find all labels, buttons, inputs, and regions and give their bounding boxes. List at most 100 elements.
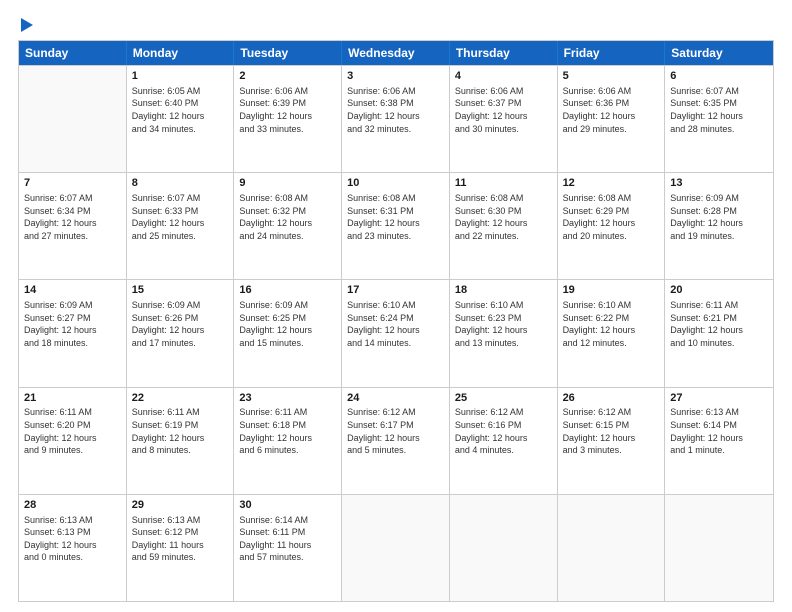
calendar-cell: 13Sunrise: 6:09 AMSunset: 6:28 PMDayligh… <box>665 173 773 279</box>
cell-info-text: Sunrise: 6:12 AMSunset: 6:17 PMDaylight:… <box>347 406 444 456</box>
cell-info-text: Sunrise: 6:07 AMSunset: 6:34 PMDaylight:… <box>24 192 121 242</box>
cell-day-number: 17 <box>347 283 444 298</box>
cell-info-text: Sunrise: 6:12 AMSunset: 6:15 PMDaylight:… <box>563 406 660 456</box>
cell-day-number: 14 <box>24 283 121 298</box>
cell-info-text: Sunrise: 6:14 AMSunset: 6:11 PMDaylight:… <box>239 514 336 564</box>
calendar-cell: 30Sunrise: 6:14 AMSunset: 6:11 PMDayligh… <box>234 495 342 601</box>
calendar-cell: 28Sunrise: 6:13 AMSunset: 6:13 PMDayligh… <box>19 495 127 601</box>
cell-day-number: 29 <box>132 498 229 513</box>
cell-info-text: Sunrise: 6:07 AMSunset: 6:33 PMDaylight:… <box>132 192 229 242</box>
calendar-cell: 4Sunrise: 6:06 AMSunset: 6:37 PMDaylight… <box>450 66 558 172</box>
calendar-page: SundayMondayTuesdayWednesdayThursdayFrid… <box>0 0 792 612</box>
calendar-cell: 12Sunrise: 6:08 AMSunset: 6:29 PMDayligh… <box>558 173 666 279</box>
cell-day-number: 18 <box>455 283 552 298</box>
header-day-sunday: Sunday <box>19 41 127 65</box>
cell-info-text: Sunrise: 6:08 AMSunset: 6:31 PMDaylight:… <box>347 192 444 242</box>
calendar-cell <box>665 495 773 601</box>
calendar-cell: 9Sunrise: 6:08 AMSunset: 6:32 PMDaylight… <box>234 173 342 279</box>
calendar-cell: 5Sunrise: 6:06 AMSunset: 6:36 PMDaylight… <box>558 66 666 172</box>
calendar-cell: 2Sunrise: 6:06 AMSunset: 6:39 PMDaylight… <box>234 66 342 172</box>
calendar-cell <box>19 66 127 172</box>
cell-day-number: 4 <box>455 69 552 84</box>
calendar-body: 1Sunrise: 6:05 AMSunset: 6:40 PMDaylight… <box>19 65 773 601</box>
calendar-cell: 23Sunrise: 6:11 AMSunset: 6:18 PMDayligh… <box>234 388 342 494</box>
calendar-row-3: 14Sunrise: 6:09 AMSunset: 6:27 PMDayligh… <box>19 279 773 386</box>
calendar-cell: 18Sunrise: 6:10 AMSunset: 6:23 PMDayligh… <box>450 280 558 386</box>
calendar-cell: 17Sunrise: 6:10 AMSunset: 6:24 PMDayligh… <box>342 280 450 386</box>
calendar-cell: 16Sunrise: 6:09 AMSunset: 6:25 PMDayligh… <box>234 280 342 386</box>
cell-info-text: Sunrise: 6:06 AMSunset: 6:38 PMDaylight:… <box>347 85 444 135</box>
cell-info-text: Sunrise: 6:08 AMSunset: 6:29 PMDaylight:… <box>563 192 660 242</box>
cell-info-text: Sunrise: 6:09 AMSunset: 6:25 PMDaylight:… <box>239 299 336 349</box>
calendar-row-5: 28Sunrise: 6:13 AMSunset: 6:13 PMDayligh… <box>19 494 773 601</box>
cell-info-text: Sunrise: 6:06 AMSunset: 6:37 PMDaylight:… <box>455 85 552 135</box>
header-day-tuesday: Tuesday <box>234 41 342 65</box>
header-day-wednesday: Wednesday <box>342 41 450 65</box>
calendar-cell <box>450 495 558 601</box>
calendar-cell: 10Sunrise: 6:08 AMSunset: 6:31 PMDayligh… <box>342 173 450 279</box>
calendar-header: SundayMondayTuesdayWednesdayThursdayFrid… <box>19 41 773 65</box>
cell-day-number: 7 <box>24 176 121 191</box>
logo-arrow-icon <box>21 18 33 32</box>
logo <box>18 18 33 32</box>
cell-day-number: 2 <box>239 69 336 84</box>
page-header <box>18 18 774 32</box>
cell-info-text: Sunrise: 6:08 AMSunset: 6:32 PMDaylight:… <box>239 192 336 242</box>
header-day-monday: Monday <box>127 41 235 65</box>
cell-info-text: Sunrise: 6:09 AMSunset: 6:28 PMDaylight:… <box>670 192 768 242</box>
calendar-row-1: 1Sunrise: 6:05 AMSunset: 6:40 PMDaylight… <box>19 65 773 172</box>
cell-day-number: 11 <box>455 176 552 191</box>
cell-day-number: 6 <box>670 69 768 84</box>
header-day-thursday: Thursday <box>450 41 558 65</box>
cell-day-number: 22 <box>132 391 229 406</box>
cell-info-text: Sunrise: 6:11 AMSunset: 6:20 PMDaylight:… <box>24 406 121 456</box>
calendar-cell: 24Sunrise: 6:12 AMSunset: 6:17 PMDayligh… <box>342 388 450 494</box>
calendar-row-4: 21Sunrise: 6:11 AMSunset: 6:20 PMDayligh… <box>19 387 773 494</box>
cell-info-text: Sunrise: 6:08 AMSunset: 6:30 PMDaylight:… <box>455 192 552 242</box>
calendar-grid: SundayMondayTuesdayWednesdayThursdayFrid… <box>18 40 774 602</box>
cell-info-text: Sunrise: 6:12 AMSunset: 6:16 PMDaylight:… <box>455 406 552 456</box>
header-day-saturday: Saturday <box>665 41 773 65</box>
cell-day-number: 16 <box>239 283 336 298</box>
cell-info-text: Sunrise: 6:09 AMSunset: 6:27 PMDaylight:… <box>24 299 121 349</box>
cell-info-text: Sunrise: 6:10 AMSunset: 6:23 PMDaylight:… <box>455 299 552 349</box>
header-day-friday: Friday <box>558 41 666 65</box>
cell-info-text: Sunrise: 6:13 AMSunset: 6:14 PMDaylight:… <box>670 406 768 456</box>
cell-day-number: 3 <box>347 69 444 84</box>
calendar-cell: 19Sunrise: 6:10 AMSunset: 6:22 PMDayligh… <box>558 280 666 386</box>
calendar-cell: 29Sunrise: 6:13 AMSunset: 6:12 PMDayligh… <box>127 495 235 601</box>
cell-day-number: 10 <box>347 176 444 191</box>
cell-info-text: Sunrise: 6:09 AMSunset: 6:26 PMDaylight:… <box>132 299 229 349</box>
calendar-cell: 22Sunrise: 6:11 AMSunset: 6:19 PMDayligh… <box>127 388 235 494</box>
cell-info-text: Sunrise: 6:11 AMSunset: 6:19 PMDaylight:… <box>132 406 229 456</box>
cell-day-number: 25 <box>455 391 552 406</box>
calendar-cell: 11Sunrise: 6:08 AMSunset: 6:30 PMDayligh… <box>450 173 558 279</box>
calendar-row-2: 7Sunrise: 6:07 AMSunset: 6:34 PMDaylight… <box>19 172 773 279</box>
calendar-cell: 21Sunrise: 6:11 AMSunset: 6:20 PMDayligh… <box>19 388 127 494</box>
cell-day-number: 5 <box>563 69 660 84</box>
cell-day-number: 12 <box>563 176 660 191</box>
cell-info-text: Sunrise: 6:06 AMSunset: 6:39 PMDaylight:… <box>239 85 336 135</box>
cell-day-number: 21 <box>24 391 121 406</box>
calendar-cell: 7Sunrise: 6:07 AMSunset: 6:34 PMDaylight… <box>19 173 127 279</box>
cell-info-text: Sunrise: 6:07 AMSunset: 6:35 PMDaylight:… <box>670 85 768 135</box>
cell-day-number: 1 <box>132 69 229 84</box>
cell-info-text: Sunrise: 6:06 AMSunset: 6:36 PMDaylight:… <box>563 85 660 135</box>
cell-info-text: Sunrise: 6:10 AMSunset: 6:22 PMDaylight:… <box>563 299 660 349</box>
cell-info-text: Sunrise: 6:11 AMSunset: 6:21 PMDaylight:… <box>670 299 768 349</box>
calendar-cell: 26Sunrise: 6:12 AMSunset: 6:15 PMDayligh… <box>558 388 666 494</box>
calendar-cell: 6Sunrise: 6:07 AMSunset: 6:35 PMDaylight… <box>665 66 773 172</box>
cell-day-number: 13 <box>670 176 768 191</box>
cell-info-text: Sunrise: 6:11 AMSunset: 6:18 PMDaylight:… <box>239 406 336 456</box>
calendar-cell: 15Sunrise: 6:09 AMSunset: 6:26 PMDayligh… <box>127 280 235 386</box>
cell-info-text: Sunrise: 6:10 AMSunset: 6:24 PMDaylight:… <box>347 299 444 349</box>
cell-day-number: 15 <box>132 283 229 298</box>
cell-day-number: 19 <box>563 283 660 298</box>
cell-day-number: 24 <box>347 391 444 406</box>
calendar-cell: 27Sunrise: 6:13 AMSunset: 6:14 PMDayligh… <box>665 388 773 494</box>
cell-day-number: 27 <box>670 391 768 406</box>
cell-day-number: 8 <box>132 176 229 191</box>
calendar-cell: 3Sunrise: 6:06 AMSunset: 6:38 PMDaylight… <box>342 66 450 172</box>
calendar-cell <box>342 495 450 601</box>
cell-day-number: 26 <box>563 391 660 406</box>
